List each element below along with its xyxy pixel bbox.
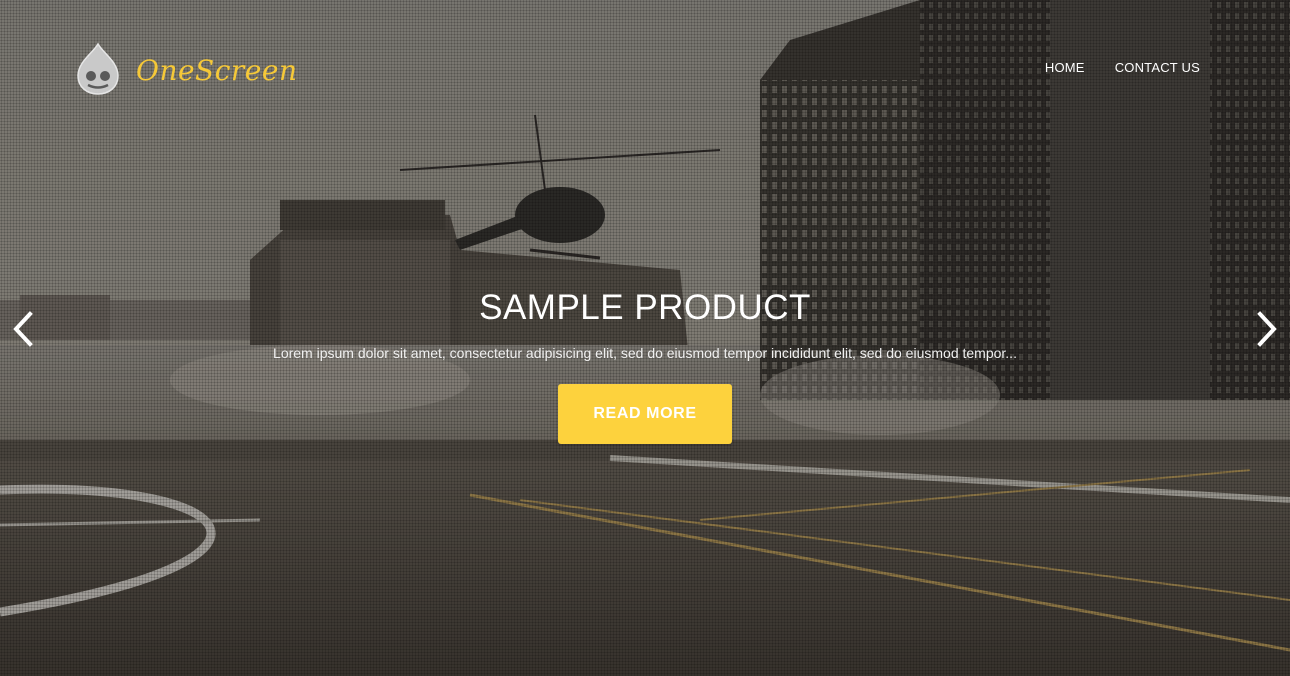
hero-slider: OneScreen HOME CONTACT US SAMPLE PRODUCT…: [0, 0, 1290, 676]
slide-title: SAMPLE PRODUCT: [479, 288, 811, 327]
drupal-drop-icon: [77, 42, 119, 95]
slider-prev-button[interactable]: [8, 310, 38, 348]
site-name: OneScreen: [136, 53, 298, 87]
site-logo[interactable]: OneScreen: [74, 42, 297, 96]
read-more-button[interactable]: READ MORE: [558, 384, 732, 444]
main-nav: HOME CONTACT US: [1045, 60, 1200, 75]
chevron-right-icon: [1257, 311, 1277, 347]
nav-item-contact-us[interactable]: CONTACT US: [1115, 60, 1200, 75]
nav-item-home[interactable]: HOME: [1045, 60, 1085, 75]
chevron-left-icon: [13, 311, 33, 347]
slider-next-button[interactable]: [1252, 310, 1282, 348]
slide-caption: SAMPLE PRODUCT Lorem ipsum dolor sit ame…: [0, 286, 1290, 444]
slide-description: Lorem ipsum dolor sit amet, consectetur …: [273, 345, 1017, 361]
